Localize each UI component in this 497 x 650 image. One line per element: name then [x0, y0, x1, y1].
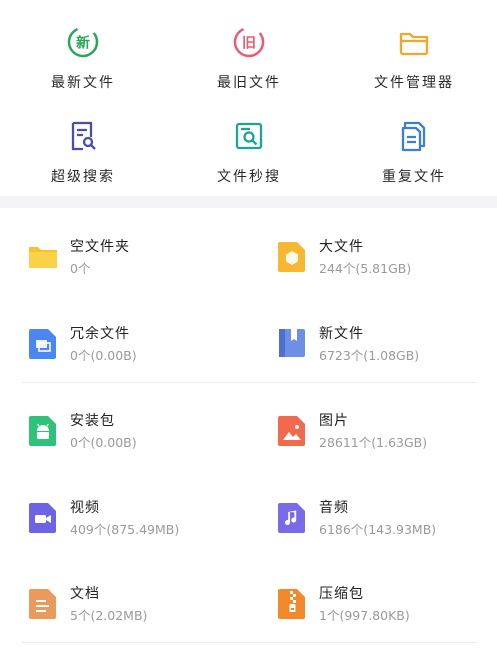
tool-quick-search[interactable]: 文件秒搜: [189, 116, 309, 186]
category-videos[interactable]: 视频 409个(875.49MB): [28, 497, 248, 545]
new-file-book-icon: [277, 327, 307, 359]
zip-archive-icon: [277, 587, 307, 619]
new-badge-icon: 新: [63, 22, 103, 62]
category-count: 1个(997.80KB): [319, 608, 410, 623]
category-large-files[interactable]: 大文件 244个(5.81GB): [277, 236, 497, 284]
divider: [22, 642, 477, 643]
category-count: 28611个(1.63GB): [319, 435, 428, 450]
category-new-files[interactable]: 新文件 6723个(1.08GB): [277, 323, 497, 371]
tool-label: 重复文件: [382, 169, 446, 185]
category-redundant-files[interactable]: 冗余文件 0个(0.00B): [28, 323, 248, 371]
category-archives[interactable]: 压缩包 1个(997.80KB): [277, 583, 497, 631]
picture-icon: [277, 414, 307, 446]
category-install-packages[interactable]: 安装包 0个(0.00B): [28, 410, 248, 458]
old-badge-icon: 旧: [229, 22, 269, 62]
redundant-file-icon: [28, 327, 58, 359]
category-count: 5个(2.02MB): [70, 608, 148, 623]
folder-outline-icon: [394, 22, 434, 62]
category-name: 音频: [319, 500, 349, 516]
category-name: 空文件夹: [70, 239, 130, 255]
video-icon: [28, 501, 58, 533]
category-documents[interactable]: 文档 5个(2.02MB): [28, 583, 248, 631]
category-name: 安装包: [70, 413, 115, 429]
file-categories-card: 空文件夹 0个 大文件 244个(5.81GB) 冗余文件 0个(0.00B): [0, 208, 497, 650]
category-pictures[interactable]: 图片 28611个(1.63GB): [277, 410, 497, 458]
category-name: 视频: [70, 500, 100, 516]
large-file-icon: [277, 240, 307, 272]
category-name: 新文件: [319, 326, 364, 342]
category-name: 冗余文件: [70, 326, 130, 342]
svg-text:旧: 旧: [242, 36, 256, 52]
category-audio[interactable]: 音频 6186个(143.93MB): [277, 497, 497, 545]
category-name: 压缩包: [319, 586, 364, 602]
category-count: 244个(5.81GB): [319, 261, 412, 276]
quick-tools-card: 新 最新文件 旧 最旧文件 文件管理器 超级搜索 文件秒搜 重复文件: [0, 0, 497, 196]
category-empty-folder[interactable]: 空文件夹 0个: [28, 236, 248, 284]
tool-label: 文件管理器: [374, 75, 454, 91]
svg-text:新: 新: [76, 35, 90, 52]
category-count: 6186个(143.93MB): [319, 522, 437, 537]
category-name: 图片: [319, 413, 349, 429]
divider: [22, 382, 477, 383]
tool-newest-files[interactable]: 新 最新文件: [23, 22, 143, 92]
document-icon: [28, 587, 58, 619]
tool-file-manager[interactable]: 文件管理器: [354, 22, 474, 92]
category-count: 0个: [70, 261, 91, 276]
android-package-icon: [28, 414, 58, 446]
tool-label: 超级搜索: [51, 169, 115, 185]
music-icon: [277, 501, 307, 533]
tool-label: 文件秒搜: [217, 169, 281, 185]
category-count: 6723个(1.08GB): [319, 348, 420, 363]
category-name: 大文件: [319, 239, 364, 255]
tool-duplicate-files[interactable]: 重复文件: [354, 116, 474, 186]
tool-super-search[interactable]: 超级搜索: [23, 116, 143, 186]
category-count: 0个(0.00B): [70, 435, 137, 450]
tool-oldest-files[interactable]: 旧 最旧文件: [189, 22, 309, 92]
tool-label: 最新文件: [51, 75, 115, 91]
image-search-icon: [229, 116, 269, 156]
tool-label: 最旧文件: [217, 75, 281, 91]
duplicate-files-icon: [394, 116, 434, 156]
category-count: 0个(0.00B): [70, 348, 137, 363]
document-search-icon: [63, 116, 103, 156]
folder-icon: [28, 240, 58, 272]
category-name: 文档: [70, 586, 100, 602]
category-count: 409个(875.49MB): [70, 522, 180, 537]
